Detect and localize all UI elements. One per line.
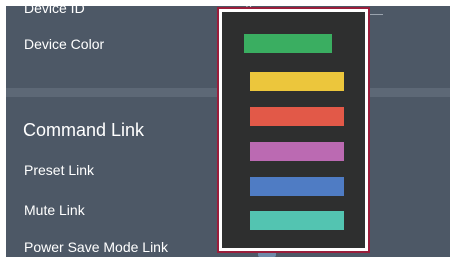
device-color-label: Device Color: [24, 36, 105, 52]
device-id-label: Device ID: [24, 6, 85, 16]
color-option-purple[interactable]: [250, 142, 344, 161]
color-option-blue[interactable]: [250, 177, 344, 196]
color-picker-list: [222, 12, 365, 248]
mute-link-label: Mute Link: [24, 202, 85, 218]
power-save-mode-link-label: Power Save Mode Link: [24, 239, 168, 255]
command-link-heading: Command Link: [23, 120, 145, 140]
color-option-red[interactable]: [250, 107, 344, 126]
color-option-yellow[interactable]: [250, 72, 344, 91]
preset-link-label: Preset Link: [24, 162, 95, 178]
color-option-teal[interactable]: [250, 211, 344, 230]
color-option-green[interactable]: [244, 34, 332, 53]
color-picker-popup: [217, 7, 370, 253]
